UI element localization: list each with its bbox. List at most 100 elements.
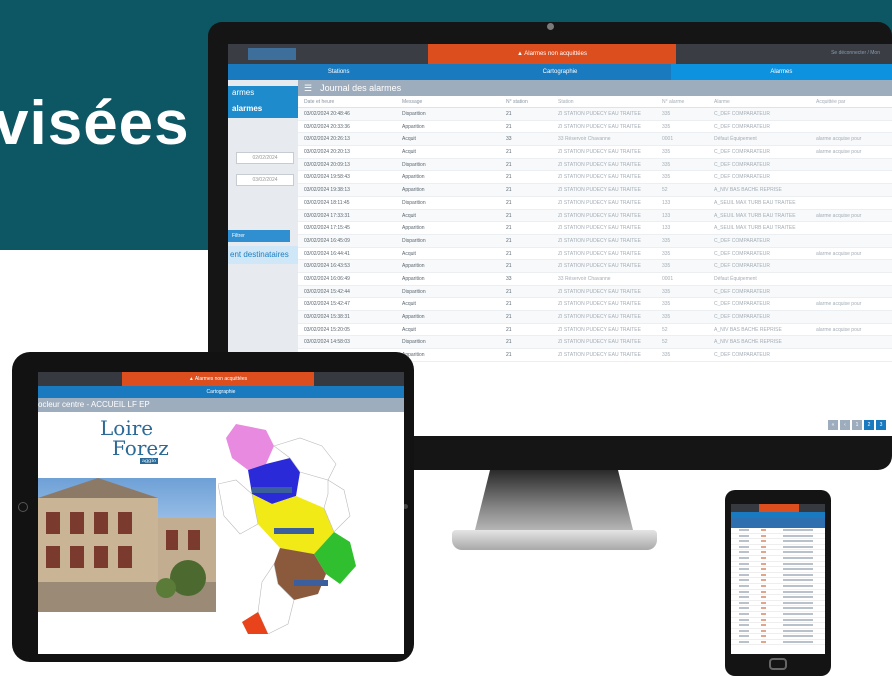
nav-stations[interactable]: Stations <box>228 64 449 80</box>
cell-alarm-num: 133 <box>662 225 671 232</box>
journal-title: Journal des alarmes <box>320 83 402 93</box>
sidebar-item-destinataires[interactable]: ent destinataires <box>228 246 298 264</box>
cell-station: ZI STATION PUDECY EAU TRAITEE <box>558 326 641 333</box>
table-row[interactable]: 03/02/2024 15:38:31 Apparition 21 ZI STATIO… <box>298 311 892 324</box>
table-row[interactable]: 03/02/2024 15:42:47 Acquit 21 ZI STATION PU… <box>298 298 892 311</box>
page-3[interactable]: 3 <box>876 420 886 430</box>
cell-acknowledged: alarme acquise pour <box>816 326 862 333</box>
cell-date: 03/02/2024 20:26:13 <box>304 136 350 143</box>
filter-button[interactable]: Filtrer <box>228 230 290 242</box>
table-row[interactable]: 03/02/2024 20:48:46 Disparition 21 ZI STATI… <box>298 108 892 121</box>
table-row[interactable]: 03/02/2024 20:09:13 Disparition 21 ZI STATI… <box>298 158 892 172</box>
cell-message: Apparition <box>402 123 425 130</box>
phone-cell-placeholder <box>783 612 813 615</box>
alarm-banner[interactable]: ▲ Alarmes non acquittées <box>428 44 676 64</box>
table-row[interactable]: 03/02/2024 16:06:49 Apparition 33 33 Réserv… <box>298 273 892 286</box>
cell-date: 03/02/2024 19:38:13 <box>304 187 350 194</box>
cell-acknowledged <box>816 235 892 247</box>
journal-header: ☰ Journal des alarmes <box>298 80 892 96</box>
cell-alarm-num: 52 <box>662 187 668 194</box>
phone-cell-placeholder <box>739 590 749 593</box>
date-from-field[interactable]: 02/02/2024 <box>236 152 294 164</box>
phone-cell-placeholder <box>761 590 766 593</box>
table-row[interactable]: 03/02/2024 17:33:31 Acquit 21 ZI STATION PU… <box>298 209 892 223</box>
user-menu[interactable]: Se déconnecter / Mon <box>831 50 880 56</box>
table-row[interactable]: 03/02/2024 20:26:13 Acquit 33 33 Réservoir … <box>298 133 892 147</box>
cell-station: ZI STATION PUDECY EAU TRAITEE <box>558 149 641 156</box>
col-alarm[interactable]: Alarme <box>714 96 816 107</box>
hamburger-menu-icon[interactable]: ☰ <box>304 83 312 93</box>
table-row[interactable]: 03/02/2024 20:33:36 Apparition 21 ZI STATIO… <box>298 121 892 134</box>
cell-date: 03/02/2024 16:44:41 <box>304 250 350 257</box>
cell-alarm: C_DEF COMPARATEUR <box>714 123 770 130</box>
page-first[interactable]: « <box>828 420 838 430</box>
cell-station: ZI STATION PUDECY EAU TRAITEE <box>558 352 641 359</box>
page-prev[interactable]: ‹ <box>840 420 850 430</box>
cell-message: Apparition <box>402 352 425 359</box>
table-row[interactable]: 03/02/2024 17:15:45 Apparition 21 ZI STATIO… <box>298 222 892 235</box>
sidebar-item-alarmes[interactable]: armes <box>228 86 298 100</box>
cell-station-num: 21 <box>506 212 512 219</box>
col-message[interactable]: Message <box>402 96 506 107</box>
tablet-page-title: ocleur centre - ACCUEIL LF EP <box>38 398 404 412</box>
phone-cell-placeholder <box>761 573 766 576</box>
tablet-alarm-banner[interactable]: ▲ Alarmes non acquittées <box>122 372 314 386</box>
table-row[interactable]: 03/02/2024 16:44:41 Acquit 21 ZI STATION PU… <box>298 248 892 261</box>
table-row[interactable]: 03/02/2024 14:58:03 Disparition 21 ZI STATI… <box>298 336 892 350</box>
table-row[interactable]: 03/02/2024 20:20:13 Acquit 21 ZI STATION PU… <box>298 146 892 159</box>
phone-list-item[interactable] <box>731 640 825 646</box>
cell-message: Acquit <box>402 326 416 333</box>
phone-alarm-banner[interactable] <box>759 504 799 512</box>
phone-cell-placeholder <box>783 562 813 565</box>
table-row[interactable]: 03/02/2024 18:11:45 Disparition 21 ZI STATI… <box>298 197 892 210</box>
cell-message: Apparition <box>402 275 425 282</box>
page-2[interactable]: 2 <box>864 420 874 430</box>
phone-cell-placeholder <box>739 635 749 638</box>
phone-cell-placeholder <box>761 629 766 632</box>
top-bar: ▲ Alarmes non acquittées Se déconnecter … <box>228 44 892 64</box>
nav-cartographie[interactable]: Cartographie <box>449 64 670 80</box>
cell-alarm-num: 0001 <box>662 275 674 282</box>
table-row[interactable]: 03/02/2024 16:45:09 Disparition 21 ZI STATI… <box>298 234 892 248</box>
table-row[interactable]: 03/02/2024 19:58:43 Apparition 21 ZI STATIO… <box>298 171 892 185</box>
sidebar-item-journal-alarmes[interactable]: alarmes <box>228 100 298 118</box>
phone-top-bar <box>731 504 825 512</box>
table-row[interactable]: 03/02/2024 19:38:13 Apparition 21 ZI STATIO… <box>298 184 892 197</box>
col-date[interactable]: Date et heure <box>298 96 402 107</box>
cell-station-num: 21 <box>506 326 512 333</box>
col-alarm-num[interactable]: N° alarme <box>662 96 714 107</box>
cell-date: 03/02/2024 20:09:13 <box>304 161 350 168</box>
phone-cell-placeholder <box>761 618 766 621</box>
table-row[interactable]: 03/02/2024 15:42:44 Disparition 21 ZI STATI… <box>298 285 892 299</box>
phone-cell-placeholder <box>761 562 766 565</box>
cell-alarm: C_DEF COMPARATEUR <box>714 174 770 181</box>
table-row[interactable]: 03/02/2024 16:43:53 Apparition 21 ZI STATIO… <box>298 260 892 273</box>
cell-message: Acquit <box>402 301 416 308</box>
phone-cell-placeholder <box>783 618 813 621</box>
tablet-nav-cartographie[interactable]: Cartographie <box>38 386 404 398</box>
cell-station: ZI STATION PUDECY EAU TRAITEE <box>558 301 641 308</box>
cell-acknowledged: alarme acquise pour <box>816 212 862 219</box>
cell-station-num: 21 <box>506 339 512 346</box>
cell-message: Apparition <box>402 225 425 232</box>
monitor-stand-base <box>452 530 657 550</box>
app-logo <box>248 48 296 60</box>
col-station-num[interactable]: N° station <box>506 96 558 107</box>
cell-station-num: 21 <box>506 161 512 168</box>
cell-station-num: 33 <box>506 275 512 282</box>
col-acknowledged[interactable]: Acquittée par <box>816 96 892 107</box>
tablet-top-bar: ▲ Alarmes non acquittées <box>38 372 404 386</box>
cell-station: ZI STATION PUDECY EAU TRAITEE <box>558 225 641 232</box>
col-station[interactable]: Station <box>558 96 662 107</box>
cell-alarm-num: 52 <box>662 326 668 333</box>
cell-station: ZI STATION PUDECY EAU TRAITEE <box>558 288 641 295</box>
cell-station: 33 Réservoir Chavanne <box>558 275 611 282</box>
phone-cell-placeholder <box>761 545 766 548</box>
phone-cell-placeholder <box>783 640 813 643</box>
nav-alarmes[interactable]: Alarmes <box>670 64 892 80</box>
phone-cell-placeholder <box>739 551 749 554</box>
date-to-field[interactable]: 03/02/2024 <box>236 174 294 186</box>
building-illustration <box>38 478 216 612</box>
table-row[interactable]: 03/02/2024 15:20:05 Acquit 21 ZI STATION PU… <box>298 324 892 337</box>
page-1[interactable]: 1 <box>852 420 862 430</box>
